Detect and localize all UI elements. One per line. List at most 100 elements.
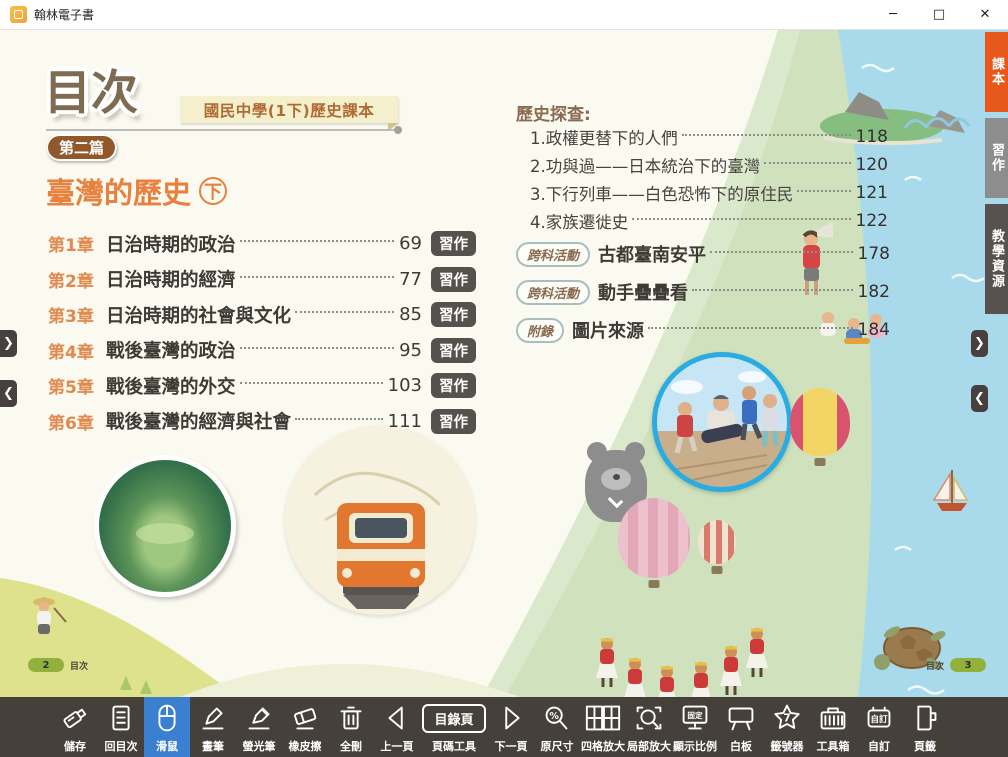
workbook-badge[interactable]: 習作 xyxy=(431,373,476,398)
dot-leader xyxy=(682,134,851,136)
dot-leader xyxy=(692,289,853,291)
explore-list: 1.政權更替下的人們 118 2.功與過——日本統治下的臺灣 120 3.下行列… xyxy=(530,123,888,235)
toolbar-delete-all[interactable]: 全刪 xyxy=(328,697,374,757)
book-spread: 課本 習作 教學資源 ❯ ❮ ❯ ❮ 目次 國民中學(1下)歷史課本 第二篇 臺… xyxy=(0,30,1008,697)
chapter-row[interactable]: 第3章 日治時期的社會與文化 85 習作 xyxy=(48,297,476,333)
activity-item[interactable]: 跨科活動 古都臺南安平 178 xyxy=(516,235,890,273)
chapter-number: 第5章 xyxy=(48,373,106,398)
explore-heading: 歷史探查: xyxy=(516,100,591,125)
explore-item[interactable]: 3.下行列車——白色恐怖下的原住民 121 xyxy=(530,179,888,207)
dot-leader xyxy=(240,276,395,278)
toolbar-eraser[interactable]: 橡皮擦 xyxy=(282,697,328,757)
tab-workbook[interactable]: 習作 xyxy=(985,118,1008,198)
workbook-badge[interactable]: 習作 xyxy=(431,267,476,292)
hot-air-balloon-icon xyxy=(698,520,736,564)
left-page-footer: 2 目次 xyxy=(28,658,88,672)
close-button[interactable]: ✕ xyxy=(962,0,1008,29)
toolbar-original-size[interactable]: % 原尺寸 xyxy=(534,697,580,757)
chapter-title: 戰後臺灣的政治 xyxy=(106,337,236,363)
chapter-row[interactable]: 第4章 戰後臺灣的政治 95 習作 xyxy=(48,333,476,369)
toolbar-custom[interactable]: 自訂 自訂 xyxy=(856,697,902,757)
left-edge-expand-button[interactable]: ❯ xyxy=(0,330,17,357)
hot-air-balloon-icon xyxy=(790,388,850,456)
book-subtitle: 國民中學(1下)歷史課本 xyxy=(204,99,374,121)
chapter-row[interactable]: 第5章 戰後臺灣的外交 103 習作 xyxy=(48,368,476,404)
tab-teaching-resources[interactable]: 教學資源 xyxy=(985,204,1008,314)
toolbar-toc[interactable]: 回目次 xyxy=(98,697,144,757)
minimize-button[interactable]: ─ xyxy=(870,0,916,29)
chapter-page: 85 xyxy=(399,304,422,325)
dot-leader xyxy=(240,382,383,384)
chapter-row[interactable]: 第6章 戰後臺灣的經濟與社會 111 習作 xyxy=(48,404,476,440)
chapter-title: 戰後臺灣的外交 xyxy=(106,373,236,399)
chapter-page: 69 xyxy=(399,233,422,254)
dot-leader xyxy=(797,190,850,192)
explore-item[interactable]: 4.家族遷徙史 122 xyxy=(530,207,888,235)
app-logo-icon xyxy=(10,6,27,23)
toolbar-toolbox[interactable]: 工具箱 xyxy=(810,697,856,757)
workbook-badge[interactable]: 習作 xyxy=(431,338,476,363)
dancers-photo xyxy=(657,357,787,487)
explore-item[interactable]: 1.政權更替下的人們 118 xyxy=(530,123,888,151)
toolbar-save[interactable]: 儲存 xyxy=(52,697,98,757)
chapter-number: 第3章 xyxy=(48,302,106,327)
toolbar-display-ratio[interactable]: 固定 顯示比例 xyxy=(672,697,718,757)
chapter-row[interactable]: 第1章 日治時期的政治 69 習作 xyxy=(48,226,476,262)
maximize-button[interactable]: □ xyxy=(916,0,962,29)
chapter-title: 日治時期的社會與文化 xyxy=(106,302,291,328)
activity-item[interactable]: 附錄 圖片來源 184 xyxy=(516,311,890,349)
dot-leader xyxy=(295,311,394,313)
river-photo-circle xyxy=(94,455,236,597)
hot-air-balloon-icon xyxy=(618,498,690,578)
dot-leader xyxy=(632,218,850,220)
eraser-icon xyxy=(286,702,324,734)
chapter-row[interactable]: 第2章 日治時期的經濟 77 習作 xyxy=(48,262,476,298)
toolbar-pen[interactable]: 畫筆 xyxy=(190,697,236,757)
left-edge-collapse-button[interactable]: ❮ xyxy=(0,380,17,407)
dot-leader xyxy=(764,162,850,164)
toolbox-icon xyxy=(814,702,852,734)
explore-item[interactable]: 2.功與過——日本統治下的臺灣 120 xyxy=(530,151,888,179)
workbook-badge[interactable]: 習作 xyxy=(431,409,476,434)
chapter-title: 日治時期的經濟 xyxy=(106,266,236,292)
train-illustration-circle xyxy=(285,425,475,615)
section-title: 臺灣的歷史 下 xyxy=(46,170,227,212)
usb-save-icon xyxy=(56,702,94,734)
toc-list-icon xyxy=(102,702,140,734)
toolbar-mouse[interactable]: 滑鼠 xyxy=(144,697,190,757)
dot-leader xyxy=(240,240,395,242)
tab-textbook[interactable]: 課本 xyxy=(985,32,1008,112)
toolbar-next-page[interactable]: 下一頁 xyxy=(488,697,534,757)
chapter-number: 第6章 xyxy=(48,409,106,434)
title-bar: 翰林電子書 ─ □ ✕ xyxy=(0,0,1008,30)
toolbar-region-zoom[interactable]: 局部放大 xyxy=(626,697,672,757)
page-number-button: 目錄頁 xyxy=(422,702,485,734)
chapter-title: 戰後臺灣的經濟與社會 xyxy=(106,408,291,434)
chapter-page: 95 xyxy=(399,340,422,361)
toolbar-page-tabs[interactable]: 頁籤 xyxy=(902,697,948,757)
star-number-icon: 7 xyxy=(768,702,806,734)
activity-item[interactable]: 跨科活動 動手疊疊看 182 xyxy=(516,273,890,311)
chapter-page: 103 xyxy=(388,375,422,396)
toolbar-prev-page[interactable]: 上一頁 xyxy=(374,697,420,757)
workbook-badge[interactable]: 習作 xyxy=(431,231,476,256)
svg-text:自訂: 自訂 xyxy=(870,713,888,725)
trash-icon xyxy=(332,702,370,734)
workbook-badge[interactable]: 習作 xyxy=(431,302,476,327)
right-edge-collapse-button[interactable]: ❮ xyxy=(971,385,988,412)
toolbar-quad-zoom[interactable]: 四格放大 xyxy=(580,697,626,757)
right-edge-expand-button[interactable]: ❯ xyxy=(971,330,988,357)
mouse-icon xyxy=(148,702,186,734)
page-title: 目次 xyxy=(44,54,138,123)
toolbar-number-picker[interactable]: 7 籤號器 xyxy=(764,697,810,757)
toolbar-page-tool[interactable]: 目錄頁 頁碼工具 xyxy=(420,697,488,757)
toolbar-whiteboard[interactable]: 白板 xyxy=(718,697,764,757)
chapter-page: 111 xyxy=(388,411,422,432)
toolbar-highlighter[interactable]: 螢光筆 xyxy=(236,697,282,757)
page-number-pill: 2 xyxy=(28,658,64,672)
bear-smile xyxy=(608,493,624,509)
ebook-app-window: 翰林電子書 ─ □ ✕ xyxy=(0,0,1008,757)
bottom-toolbar: 儲存 回目次 滑鼠 畫筆 螢光筆 xyxy=(0,697,1008,757)
right-page-footer: 目次 3 xyxy=(926,658,986,672)
dot-leader xyxy=(648,327,853,329)
